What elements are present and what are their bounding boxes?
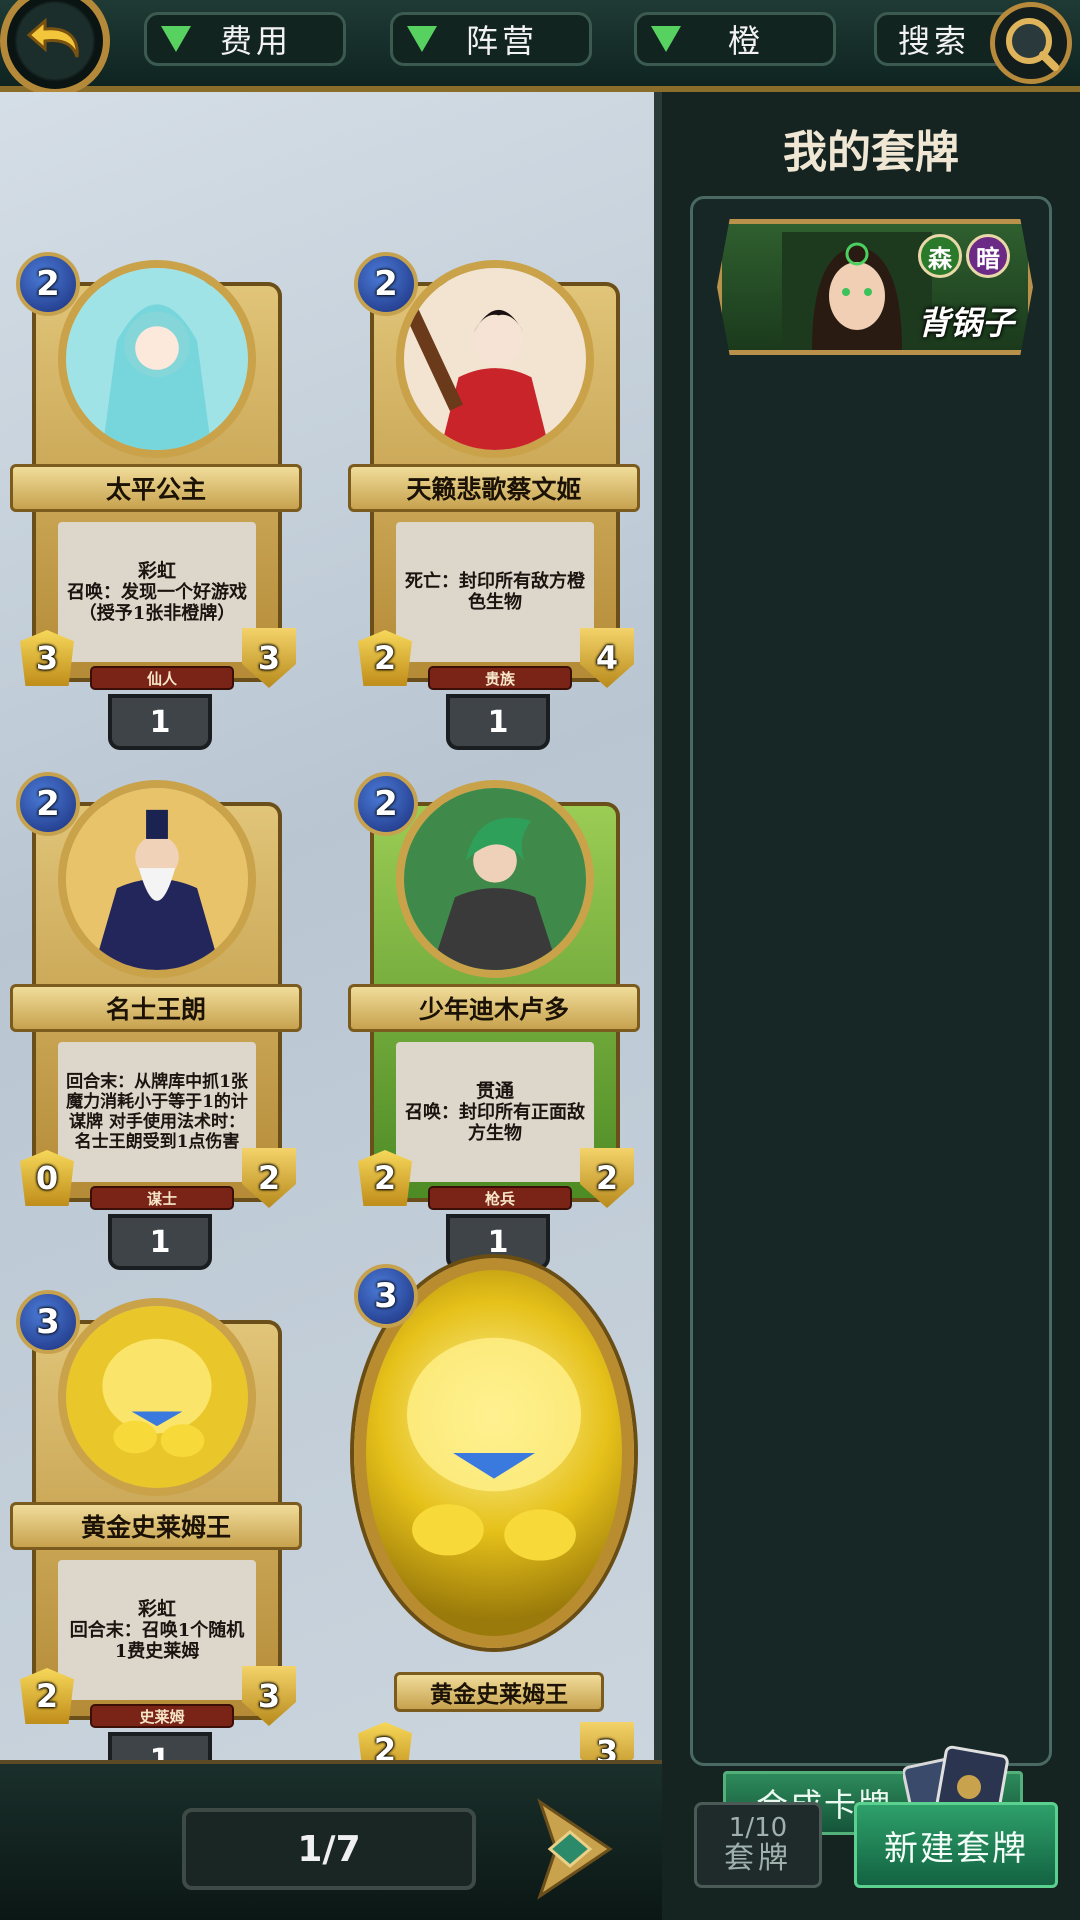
card-keyword: 贯通: [475, 1079, 514, 1102]
dropdown-triangle-icon: [651, 26, 681, 52]
mana-cost-gem: 2: [16, 252, 80, 316]
card-text-box: 彩虹 回合末：召唤1个随机1费史莱姆: [58, 1560, 256, 1700]
card-description: 回合末：从牌库中抓1张魔力消耗小于等于1的计谋牌 对手使用法术时：名士王朗受到1…: [66, 1072, 248, 1152]
attack-icon: 0: [20, 1150, 74, 1206]
card-tribe: 枪兵: [428, 1186, 572, 1210]
attack-icon: 2: [20, 1668, 74, 1724]
deck-name: 背锅子: [917, 304, 1014, 342]
card-portrait: [396, 260, 594, 458]
deck-panel: 我的套牌 森 暗 背锅子 合成卡牌 1/10 套牌 新建套牌: [662, 92, 1080, 1920]
back-arrow-icon: [26, 17, 79, 58]
card-portrait: [396, 780, 594, 978]
deck-hero-portrait: [782, 232, 932, 350]
attack-icon: 2: [358, 1150, 412, 1206]
mana-cost-gem: 2: [16, 772, 80, 836]
deck-count-indicator: 1/10 套牌: [694, 1802, 822, 1888]
card-description: 回合末：召唤1个随机1费史莱姆: [69, 1619, 245, 1662]
search-button[interactable]: [990, 2, 1072, 84]
card-tribe: 谋士: [90, 1186, 234, 1210]
card-young-dimuludo[interactable]: 少年迪木卢多 贯通 召唤：封印所有正面敌方生物 2 2 2 枪兵 1: [344, 692, 644, 1270]
card-name: 太平公主: [10, 464, 302, 512]
chevron-right-icon: [537, 1798, 613, 1900]
next-page-button[interactable]: [520, 1794, 616, 1904]
back-button[interactable]: [0, 0, 110, 96]
faction-dark-badge: 暗: [966, 234, 1010, 278]
faction-forest-badge: 森: [918, 234, 962, 278]
new-deck-button[interactable]: 新建套牌: [854, 1802, 1058, 1888]
deck-count-label: 套牌: [724, 1841, 792, 1876]
card-description: 召唤：发现一个好游戏（授予1张非橙牌）: [67, 581, 247, 624]
rarity-filter-dropdown[interactable]: 橙: [634, 12, 836, 66]
magnifier-icon: [1006, 18, 1059, 71]
card-portrait: [58, 260, 256, 458]
card-cai-wenji[interactable]: 天籁悲歌蔡文姬 死亡：封印所有敌方橙色生物 2 2 4 贵族 1: [344, 172, 644, 750]
card-text-box: 死亡：封印所有敌方橙色生物: [396, 522, 594, 662]
cost-filter-label: 费用: [219, 22, 292, 60]
attack-icon: 3: [20, 630, 74, 686]
card-text-box: 回合末：从牌库中抓1张魔力消耗小于等于1的计谋牌 对手使用法术时：名士王朗受到1…: [58, 1042, 256, 1182]
card-golden-slime-king[interactable]: 黄金史莱姆王 彩虹 回合末：召唤1个随机1费史莱姆 3 2 3 史莱姆 1: [6, 1210, 306, 1760]
dropdown-triangle-icon: [161, 26, 191, 52]
card-golden-slime-king-premium[interactable]: 黄金史莱姆王 3 2 3 1: [344, 1210, 644, 1760]
pagination-bar: 1/7: [0, 1760, 662, 1920]
dropdown-triangle-icon: [407, 26, 437, 52]
card-name: 少年迪木卢多: [348, 984, 640, 1032]
card-name: 黄金史莱姆王: [10, 1502, 302, 1550]
card-keyword: 彩虹: [137, 1597, 176, 1620]
card-text-box: 贯通 召唤：封印所有正面敌方生物: [396, 1042, 594, 1182]
new-deck-label: 新建套牌: [884, 1828, 1028, 1869]
card-count: 1: [108, 1732, 212, 1760]
deck-list: 森 暗 背锅子 合成卡牌: [690, 196, 1052, 1855]
card-description: 召唤：封印所有正面敌方生物: [405, 1101, 585, 1144]
card-tribe: 史莱姆: [90, 1704, 234, 1728]
card-tribe: 仙人: [90, 666, 234, 690]
top-toolbar: 费用 阵营 橙 搜索: [0, 0, 1080, 96]
card-text-box: 彩虹 召唤：发现一个好游戏（授予1张非橙牌）: [58, 522, 256, 662]
deck-item[interactable]: 森 暗 背锅子: [717, 219, 1033, 355]
faction-filter-dropdown[interactable]: 阵营: [390, 12, 592, 66]
attack-icon: 2: [358, 1722, 412, 1760]
card-description: 死亡：封印所有敌方橙色生物: [405, 571, 585, 613]
card-portrait: [58, 1298, 256, 1496]
mana-cost-gem: 3: [16, 1290, 80, 1354]
rarity-filter-label: 橙: [727, 22, 764, 60]
mana-cost-gem: 3: [354, 1264, 418, 1328]
card-name: 天籁悲歌蔡文姬: [348, 464, 640, 512]
health-shield-icon: 3: [580, 1722, 634, 1760]
card-collection-grid: 太平公主 彩虹 召唤：发现一个好游戏（授予1张非橙牌） 2 3 3 仙人 1 天…: [0, 92, 662, 1760]
mana-cost-gem: 2: [354, 772, 418, 836]
card-name: 名士王朗: [10, 984, 302, 1032]
mana-cost-gem: 2: [354, 252, 418, 316]
card-taiping-princess[interactable]: 太平公主 彩虹 召唤：发现一个好游戏（授予1张非橙牌） 2 3 3 仙人 1: [6, 172, 306, 750]
card-wang-lang[interactable]: 名士王朗 回合末：从牌库中抓1张魔力消耗小于等于1的计谋牌 对手使用法术时：名士…: [6, 692, 306, 1270]
deck-count-value: 1/10: [728, 1813, 788, 1843]
deck-panel-title: 我的套牌: [783, 127, 959, 178]
page-indicator: 1/7: [182, 1808, 476, 1890]
faction-filter-label: 阵营: [465, 22, 538, 60]
card-portrait: [58, 780, 256, 978]
attack-icon: 2: [358, 630, 412, 686]
card-tribe: 贵族: [428, 666, 572, 690]
cost-filter-dropdown[interactable]: 费用: [144, 12, 346, 66]
card-name: 黄金史莱姆王: [394, 1672, 604, 1712]
card-keyword: 彩虹: [137, 559, 176, 582]
